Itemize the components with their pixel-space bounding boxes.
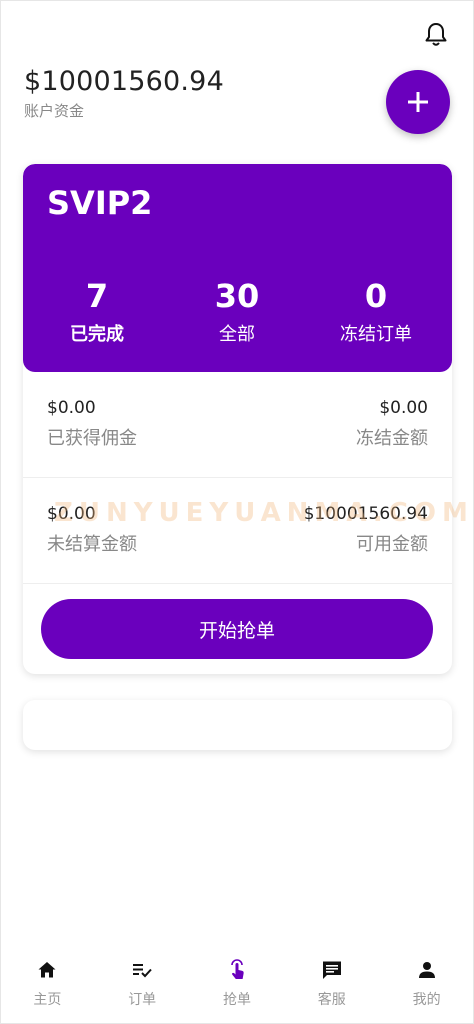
tab-grab-order[interactable]: 抢单 <box>190 955 285 1015</box>
start-grab-order-button[interactable]: 开始抢单 <box>41 599 433 659</box>
frozen-amount: $0.00 冻结金额 <box>356 398 428 450</box>
stat-frozen-orders-label: 冻结订单 <box>340 324 412 345</box>
stat-total-value: 30 <box>214 277 260 315</box>
stat-completed[interactable]: 7 已完成 <box>27 276 167 346</box>
add-button[interactable] <box>386 70 450 134</box>
earned-commission-value: $0.00 <box>47 398 96 418</box>
available-amount-label: 可用金额 <box>356 534 428 555</box>
home-icon <box>38 962 56 978</box>
chat-icon <box>322 961 341 979</box>
funds-row-2: $0.00 未结算金额 $10001560.94 可用金额 <box>23 478 452 584</box>
stat-total-label: 全部 <box>219 324 255 345</box>
account-balance: $10001560.94 <box>24 66 224 97</box>
tab-home-label: 主页 <box>33 992 62 1008</box>
frozen-amount-value: $0.00 <box>379 398 428 418</box>
unsettled-amount-label: 未结算金额 <box>47 534 137 555</box>
stat-completed-value: 7 <box>85 277 109 315</box>
tab-support-label: 客服 <box>317 992 346 1008</box>
unsettled-amount: $0.00 未结算金额 <box>47 504 137 556</box>
tab-profile[interactable]: 我的 <box>379 955 474 1015</box>
order-list-icon <box>133 964 152 978</box>
vip-level: SVIP2 <box>47 184 153 222</box>
tab-orders[interactable]: 订单 <box>95 955 190 1015</box>
bottom-tab-bar: 主页 订单 抢单 客服 我的 <box>0 955 474 1015</box>
bell-icon[interactable] <box>424 22 448 48</box>
user-icon <box>418 962 435 978</box>
stat-frozen-orders-value: 0 <box>364 277 388 315</box>
tab-profile-label: 我的 <box>412 992 441 1008</box>
stat-frozen-orders[interactable]: 0 冻结订单 <box>306 276 446 346</box>
available-amount: $10001560.94 可用金额 <box>304 504 428 556</box>
stat-completed-label: 已完成 <box>70 324 124 345</box>
unsettled-amount-value: $0.00 <box>47 504 96 524</box>
tab-home[interactable]: 主页 <box>0 955 95 1015</box>
tab-grab-order-label: 抢单 <box>222 992 251 1008</box>
earned-commission-label: 已获得佣金 <box>47 428 137 449</box>
stat-total[interactable]: 30 全部 <box>167 276 307 346</box>
earned-commission: $0.00 已获得佣金 <box>47 398 137 450</box>
tab-orders-label: 订单 <box>128 992 157 1008</box>
account-card: SVIP2 7 已完成 30 全部 0 冻结订单 $0.00 已获得佣金 $0.… <box>23 164 452 674</box>
vip-card: SVIP2 7 已完成 30 全部 0 冻结订单 <box>23 164 452 372</box>
account-balance-label: 账户资金 <box>24 102 85 120</box>
empty-card <box>23 700 452 750</box>
tap-icon <box>231 959 244 979</box>
available-amount-value: $10001560.94 <box>303 504 428 524</box>
funds-row-1: $0.00 已获得佣金 $0.00 冻结金额 <box>23 372 452 478</box>
plus-icon <box>408 92 428 112</box>
frozen-amount-label: 冻结金额 <box>356 428 428 449</box>
tab-support[interactable]: 客服 <box>284 955 379 1015</box>
